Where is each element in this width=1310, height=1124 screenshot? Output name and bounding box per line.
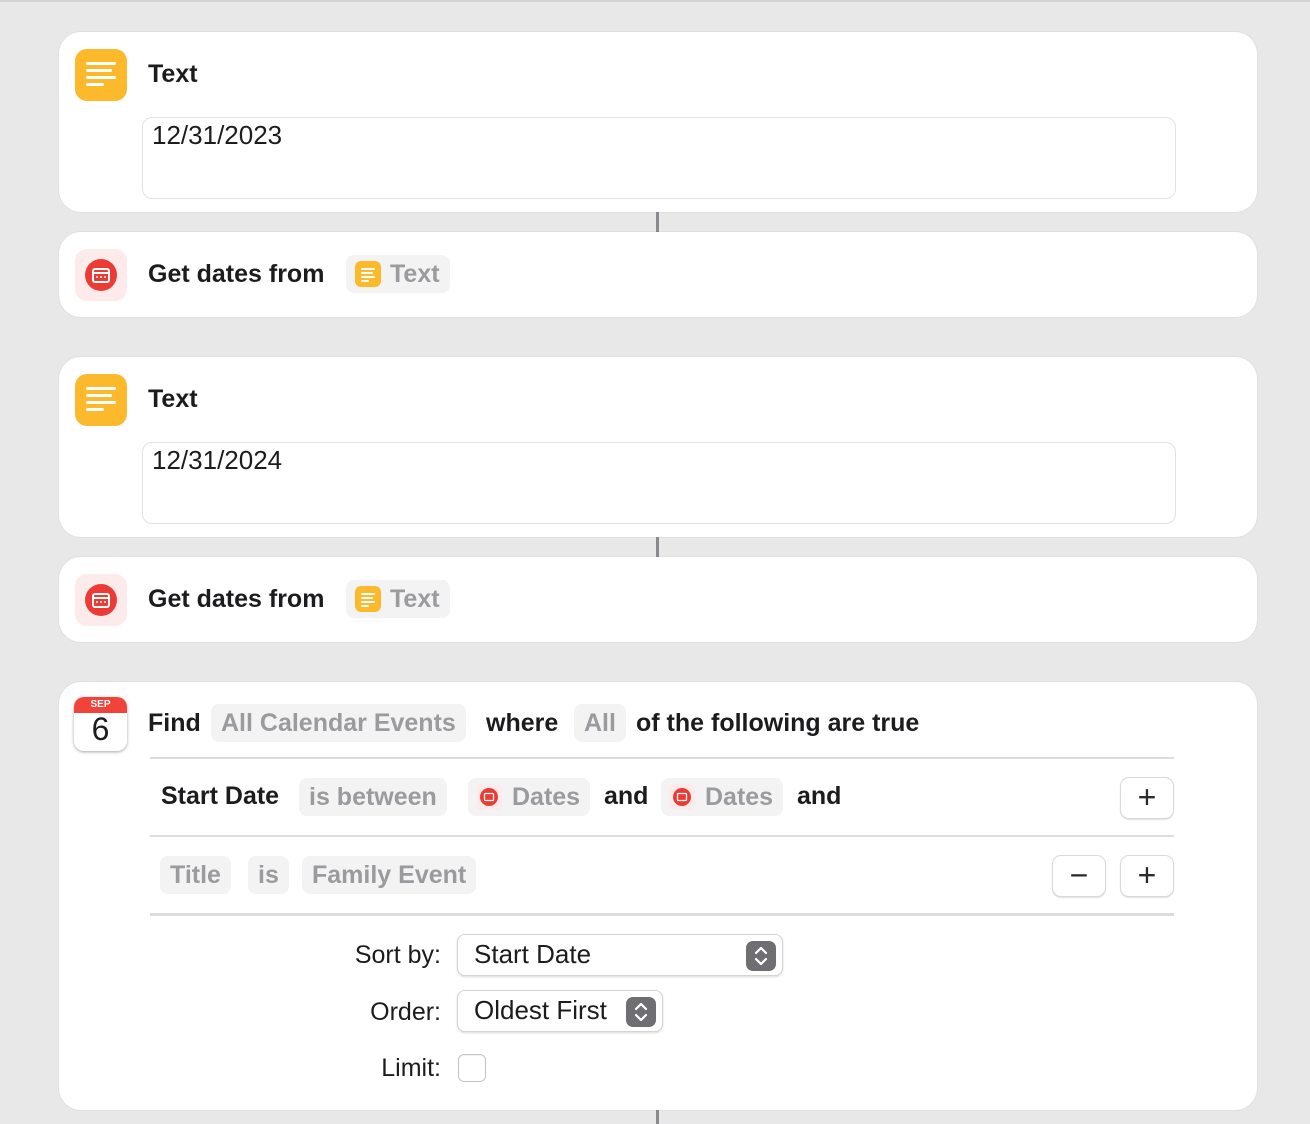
- text-value: 12/31/2024: [152, 445, 283, 475]
- variable-token-label: Text: [390, 585, 440, 613]
- stepper-chevrons-icon: [746, 941, 776, 971]
- condition-suffix: of the following are true: [636, 709, 920, 737]
- get-dates-action-card-1[interactable]: Get dates from Text: [59, 232, 1257, 317]
- plus-icon: +: [1137, 857, 1157, 893]
- filter-field-picker[interactable]: Title: [160, 856, 231, 894]
- limit-checkbox[interactable]: [458, 1054, 486, 1082]
- minus-icon: −: [1069, 857, 1089, 893]
- calendar-date-icon: [75, 574, 127, 626]
- plus-icon: +: [1137, 779, 1157, 815]
- text-action-card-1[interactable]: Text 12/31/2023: [59, 32, 1257, 212]
- filter-operator-picker[interactable]: is between: [299, 778, 447, 816]
- sort-by-value: Start Date: [474, 939, 592, 969]
- text-value: 12/31/2023: [152, 120, 283, 150]
- filter-operator-picker[interactable]: is: [248, 856, 289, 894]
- dates-token-1[interactable]: Dates: [468, 778, 591, 816]
- action-title: Get dates from: [148, 260, 325, 288]
- and-label: and: [604, 782, 649, 810]
- calendar-date-icon: [669, 784, 695, 810]
- find-label: Find: [148, 709, 201, 737]
- action-title: Get dates from: [148, 585, 325, 613]
- where-label: where: [486, 709, 559, 737]
- find-events-action-card[interactable]: SEP 6 Find All Calendar Events where All…: [59, 682, 1257, 1110]
- variable-token-text[interactable]: Text: [346, 580, 450, 618]
- text-value-field[interactable]: 12/31/2023: [142, 117, 1176, 199]
- add-filter-button[interactable]: +: [1120, 855, 1174, 897]
- variable-token-label: Text: [390, 260, 440, 288]
- stepper-chevrons-icon: [626, 997, 656, 1027]
- order-label: Order:: [370, 998, 441, 1026]
- text-lines-icon: [75, 374, 127, 426]
- calendar-date-icon: [476, 784, 502, 810]
- divider: [150, 835, 1174, 837]
- dates-token-2[interactable]: Dates: [661, 778, 784, 816]
- action-title: Text: [148, 60, 198, 88]
- order-popup[interactable]: Oldest First: [457, 990, 663, 1032]
- text-action-card-2[interactable]: Text 12/31/2024: [59, 357, 1257, 537]
- limit-label: Limit:: [381, 1054, 441, 1082]
- flow-connector: [656, 212, 659, 232]
- flow-connector: [656, 1110, 659, 1124]
- sort-by-popup[interactable]: Start Date: [457, 934, 783, 976]
- remove-filter-button[interactable]: −: [1052, 855, 1106, 897]
- sort-by-label: Sort by:: [354, 941, 441, 969]
- dates-token-label: Dates: [512, 783, 581, 811]
- action-title: Text: [148, 385, 198, 413]
- text-lines-icon: [75, 49, 127, 101]
- text-lines-icon: [355, 586, 381, 612]
- order-value: Oldest First: [474, 995, 607, 1025]
- window-top-border: [0, 0, 1310, 2]
- variable-token-text[interactable]: Text: [346, 255, 450, 293]
- dates-token-label: Dates: [705, 783, 774, 811]
- calendar-date-icon: [75, 249, 127, 301]
- match-picker[interactable]: All: [574, 704, 626, 742]
- filter-field-start-date[interactable]: Start Date: [161, 782, 279, 811]
- filter-value-field[interactable]: Family Event: [302, 856, 477, 894]
- divider: [150, 757, 1174, 759]
- and-label: and: [797, 782, 842, 810]
- flow-connector: [656, 537, 659, 557]
- get-dates-action-card-2[interactable]: Get dates from Text: [59, 557, 1257, 642]
- calendar-app-icon: SEP 6: [74, 697, 127, 751]
- source-picker[interactable]: All Calendar Events: [211, 704, 466, 742]
- add-filter-button[interactable]: +: [1120, 777, 1174, 819]
- text-value-field[interactable]: 12/31/2024: [142, 442, 1176, 524]
- calendar-day: 6: [91, 711, 110, 747]
- text-lines-icon: [355, 261, 381, 287]
- divider: [150, 913, 1174, 916]
